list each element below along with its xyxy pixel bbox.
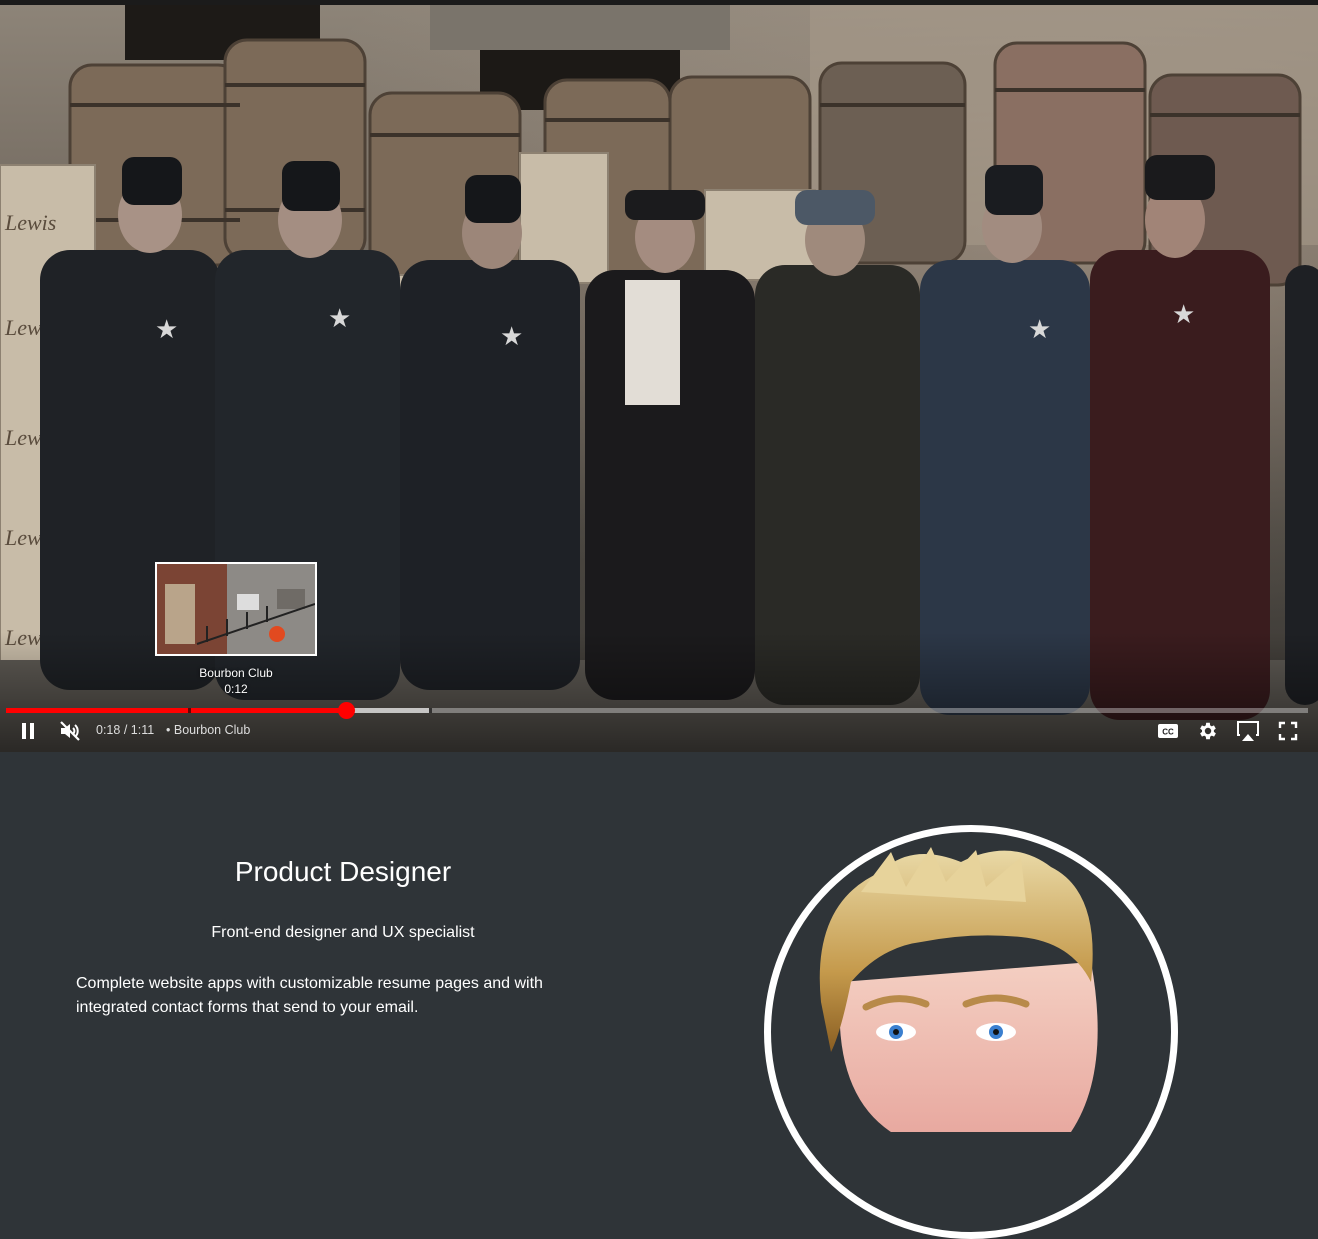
time-separator: /: [123, 723, 128, 737]
airplay-icon: [1237, 721, 1259, 741]
time-display: 0:18 / 1:11: [96, 723, 154, 737]
pause-button[interactable]: [16, 719, 40, 743]
preview-image: [157, 564, 315, 654]
chapter-title[interactable]: • Bourbon Club: [166, 723, 250, 737]
tagline: Front-end designer and UX specialist: [211, 924, 475, 941]
fullscreen-button[interactable]: [1276, 719, 1300, 743]
cc-icon: CC: [1158, 724, 1178, 738]
svg-text:★: ★: [328, 303, 351, 333]
fullscreen-icon: [1278, 721, 1298, 741]
progress-bar[interactable]: [6, 702, 1308, 719]
svg-text:★: ★: [1028, 314, 1051, 344]
avatar-illustration: [819, 847, 1098, 1132]
chapter-separator: •: [166, 723, 171, 737]
job-title: Product Designer: [234, 856, 452, 887]
muted-icon: [60, 721, 80, 741]
pause-icon: [22, 723, 34, 739]
svg-text:★: ★: [500, 321, 523, 351]
svg-text:★: ★: [155, 314, 178, 344]
video-player[interactable]: LewisLewis LewisLewis Lewis: [0, 0, 1318, 752]
seek-preview-label: Bourbon Club 0:12: [155, 665, 317, 697]
duration: 1:11: [130, 723, 155, 737]
svg-text:★: ★: [1172, 299, 1195, 329]
scrubber-handle[interactable]: [337, 702, 355, 719]
chapter-marker: [429, 708, 433, 713]
progress-played: [6, 708, 346, 713]
seek-preview-thumbnail: [155, 562, 317, 656]
settings-icon: [1200, 722, 1216, 740]
preview-chapter-title: Bourbon Club: [199, 666, 273, 680]
settings-button[interactable]: [1196, 719, 1220, 743]
preview-time: 0:12: [224, 682, 248, 696]
captions-button[interactable]: CC: [1156, 719, 1180, 743]
chapter-marker: [188, 708, 192, 713]
airplay-button[interactable]: [1236, 719, 1260, 743]
description: Complete website apps with customizable …: [76, 975, 543, 1016]
chapter-label: Bourbon Club: [173, 723, 251, 737]
mute-button[interactable]: [58, 719, 82, 743]
avatar: [764, 825, 1178, 1239]
svg-text:CC: CC: [1162, 728, 1174, 737]
svg-text:Lewis: Lewis: [4, 210, 56, 235]
current-time: 0:18: [96, 723, 121, 737]
